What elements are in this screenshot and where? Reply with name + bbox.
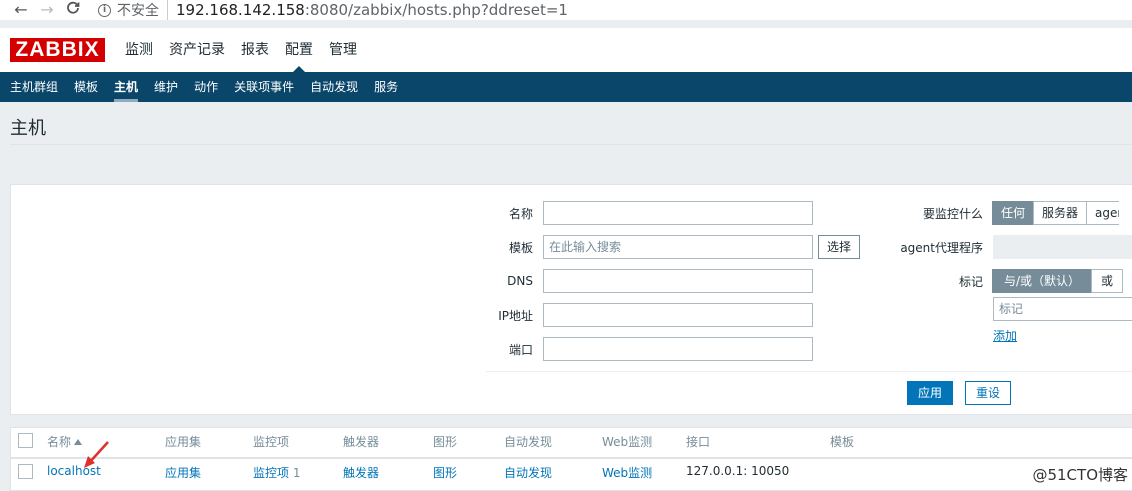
add-tag-link[interactable]: 添加 <box>993 327 1017 344</box>
filter-ip-label: IP地址 <box>498 308 533 323</box>
page-title: 主机 <box>10 118 46 139</box>
select-all-checkbox[interactable] <box>18 433 33 448</box>
sub-menu: 主机群组 模板 主机 维护 动作 关联项事件 自动发现 服务 <box>0 72 1132 102</box>
filter-panel: 名称 模板 在此输入搜索 选择 DNS IP地址 端口 要监控什么 任何 服务器… <box>10 184 1132 415</box>
filter-dns-label: DNS <box>507 274 533 288</box>
filter-template-input[interactable]: 在此输入搜索 <box>543 235 813 259</box>
row-checkbox[interactable] <box>18 464 33 479</box>
col-graphs-header: 图形 <box>433 435 458 449</box>
tags-or[interactable]: 或 <box>1091 269 1124 293</box>
monitored-by-any[interactable]: 任何 <box>992 201 1035 225</box>
filter-template-label: 模板 <box>508 240 533 255</box>
web-link[interactable]: Web监测 <box>602 464 652 481</box>
zabbix-header: ZABBIX 监测 资产记录 报表 配置 管理 <box>0 28 1132 72</box>
reload-icon[interactable] <box>60 1 86 19</box>
tags-operator-toggle: 与/或（默认） 或 <box>992 269 1124 293</box>
red-annotation-arrow-icon <box>84 441 109 468</box>
back-arrow-icon[interactable]: ← <box>8 1 34 19</box>
tags-label: 标记 <box>958 274 983 289</box>
col-web-header: Web监测 <box>602 435 653 449</box>
topmenu-reports[interactable]: 报表 <box>233 28 277 72</box>
discovery-link[interactable]: 自动发现 <box>504 464 552 481</box>
url-path: :8080/zabbix/hosts.php?ddreset=1 <box>304 1 568 19</box>
col-interface-header: 接口 <box>686 435 711 449</box>
proxy-input <box>993 235 1132 259</box>
monitored-by-toggle: 任何 服务器 agen <box>992 201 1120 225</box>
submenu-hosts[interactable]: 主机 <box>106 72 146 102</box>
submenu-discovery[interactable]: 自动发现 <box>302 72 366 102</box>
topmenu-inventory[interactable]: 资产记录 <box>161 28 233 72</box>
template-select-button[interactable]: 选择 <box>818 235 861 259</box>
topmenu-configuration[interactable]: 配置 <box>277 28 321 72</box>
address-bar[interactable]: 192.168.142.158:8080/zabbix/hosts.php?dd… <box>176 1 568 19</box>
interface-value: 127.0.0.1: 10050 <box>686 464 790 478</box>
submenu-services[interactable]: 服务 <box>366 72 406 102</box>
filter-dns-input[interactable] <box>543 269 813 293</box>
filter-name-label: 名称 <box>508 206 533 221</box>
apply-button[interactable]: 应用 <box>907 381 954 405</box>
filter-name-input[interactable] <box>543 201 813 225</box>
items-link[interactable]: 监控项 1 <box>253 464 300 481</box>
submenu-actions[interactable]: 动作 <box>186 72 226 102</box>
hosts-table: 名称 应用集 监控项 触发器 图形 自动发现 Web监测 接口 模板 local… <box>10 427 1132 491</box>
header-divider <box>11 457 1132 459</box>
filter-port-label: 端口 <box>508 342 533 357</box>
col-items-header: 监控项 <box>253 435 290 449</box>
monitored-by-server[interactable]: 服务器 <box>1033 201 1088 225</box>
submenu-event-correlation[interactable]: 关联项事件 <box>226 72 302 102</box>
filter-separator <box>486 371 1132 372</box>
reset-button[interactable]: 重设 <box>965 381 1012 405</box>
insecure-label: 不安全 <box>117 0 168 20</box>
title-divider <box>10 144 1132 145</box>
topmenu-administration[interactable]: 管理 <box>321 28 365 72</box>
topmenu-monitoring[interactable]: 监测 <box>117 28 161 72</box>
filter-port-input[interactable] <box>543 337 813 361</box>
proxy-label: agent代理程序 <box>900 240 983 255</box>
tags-and-or[interactable]: 与/或（默认） <box>992 269 1093 293</box>
col-triggers-header: 触发器 <box>343 435 380 449</box>
tag-input[interactable]: 标记 <box>993 297 1132 321</box>
applications-link[interactable]: 应用集 <box>165 464 201 481</box>
col-discovery-header: 自动发现 <box>504 435 553 449</box>
monitored-by-agent[interactable]: agen <box>1086 201 1120 225</box>
submenu-maintenance[interactable]: 维护 <box>146 72 186 102</box>
triggers-link[interactable]: 触发器 <box>343 464 379 481</box>
info-icon[interactable]: i <box>98 3 111 17</box>
top-menu: 监测 资产记录 报表 配置 管理 <box>117 28 365 72</box>
zabbix-logo[interactable]: ZABBIX <box>10 38 105 62</box>
filter-ip-input[interactable] <box>543 303 813 327</box>
url-host: 192.168.142.158 <box>176 1 305 19</box>
submenu-templates[interactable]: 模板 <box>66 72 106 102</box>
items-count: 1 <box>292 466 301 480</box>
col-name-label: 名称 <box>47 435 72 449</box>
col-templates-header: 模板 <box>830 435 855 449</box>
monitored-by-label: 要监控什么 <box>922 206 983 221</box>
col-applications-header: 应用集 <box>165 435 202 449</box>
items-link-label: 监控项 <box>253 466 290 480</box>
graphs-link[interactable]: 图形 <box>433 464 457 481</box>
browser-toolbar: ← → i 不安全 192.168.142.158:8080/zabbix/ho… <box>0 0 1132 20</box>
col-name-header[interactable]: 名称 <box>47 433 83 450</box>
watermark: @51CTO博客 <box>1032 466 1128 484</box>
submenu-host-groups[interactable]: 主机群组 <box>2 72 66 102</box>
forward-arrow-icon[interactable]: → <box>34 1 60 19</box>
